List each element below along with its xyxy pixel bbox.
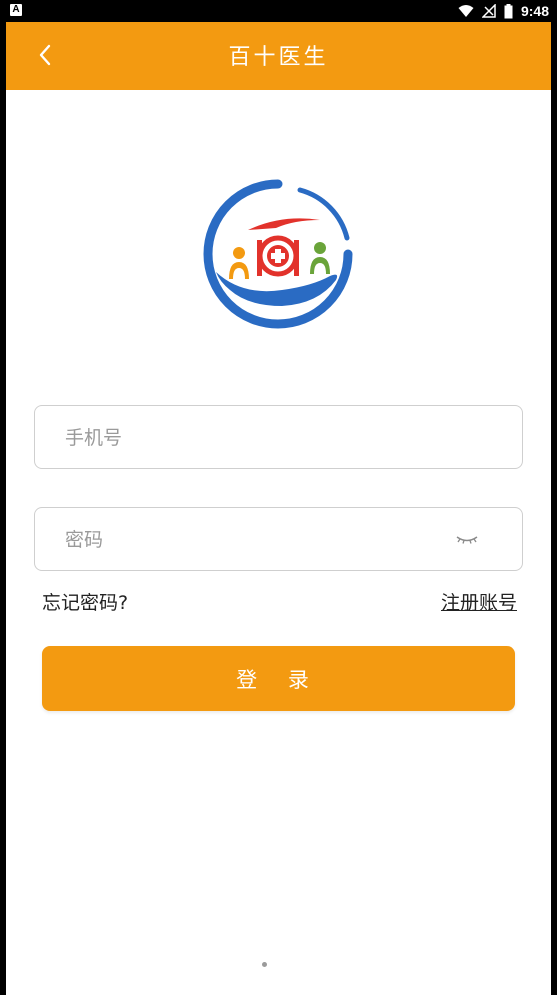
status-badge: A — [10, 4, 22, 16]
status-bar: A 9:48 — [0, 0, 557, 22]
app-logo — [203, 179, 353, 329]
login-button[interactable]: 登 录 — [42, 646, 515, 711]
register-link[interactable]: 注册账号 — [441, 588, 517, 615]
password-input[interactable] — [63, 508, 467, 572]
status-time: 9:48 — [520, 3, 549, 19]
battery-icon — [504, 3, 513, 18]
page-title: 百十医生 — [228, 45, 329, 70]
eye-closed-icon[interactable] — [454, 530, 480, 548]
auth-links: 忘记密码? 注册账号 — [42, 588, 517, 618]
password-field[interactable] — [34, 507, 523, 572]
signal-icon — [481, 4, 496, 18]
phone-input[interactable] — [63, 406, 467, 470]
forgot-password-link[interactable]: 忘记密码? — [42, 588, 128, 615]
status-icons: 9:48 — [458, 2, 549, 20]
phone-field[interactable] — [34, 405, 523, 470]
page-indicator-dot — [262, 962, 267, 967]
app-screen: 百十医生 忘记密 — [6, 22, 551, 995]
top-bar: 百十医生 — [6, 22, 551, 90]
wifi-icon — [458, 5, 474, 17]
